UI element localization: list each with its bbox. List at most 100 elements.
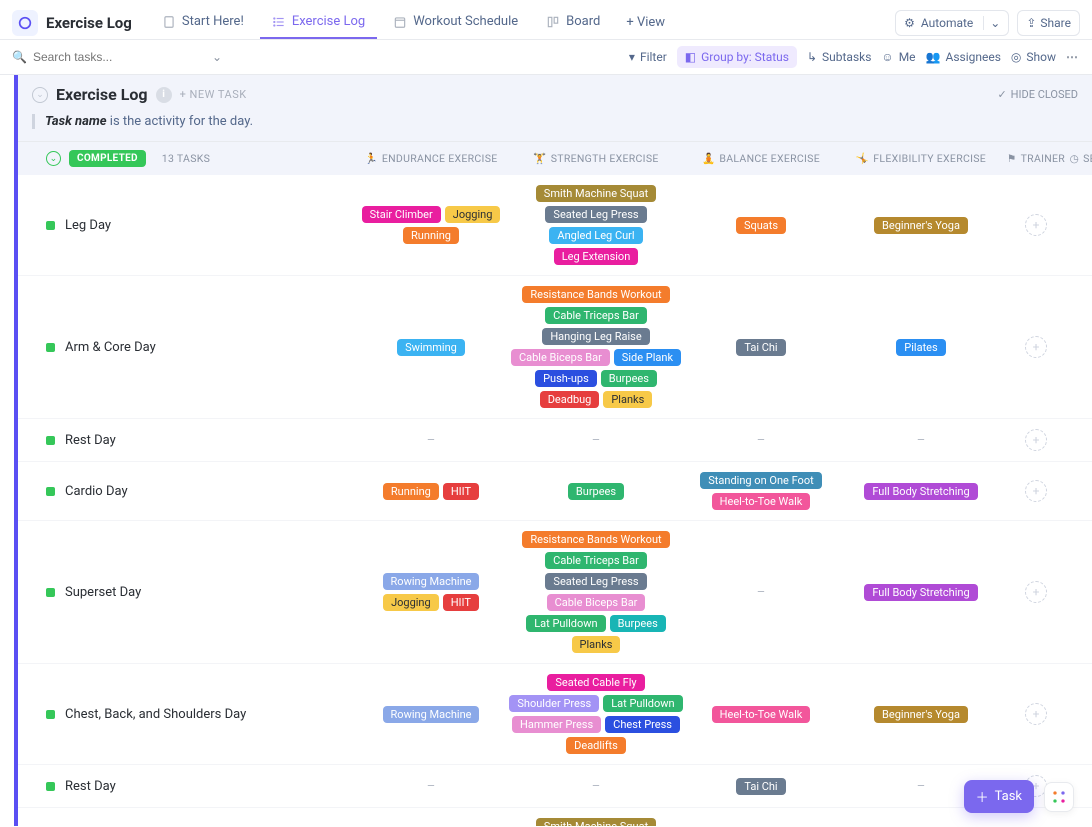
assign-trainer-button[interactable]: + [1025, 214, 1047, 236]
group-by-pill[interactable]: ◧ Group by: Status [677, 46, 797, 68]
exercise-tag[interactable]: Burpees [568, 483, 624, 500]
exercise-tag[interactable]: Beginner's Yoga [874, 217, 968, 234]
assign-trainer-button[interactable]: + [1025, 703, 1047, 725]
exercise-tag[interactable]: Stair Climber [362, 206, 441, 223]
status-chip[interactable]: COMPLETED [69, 150, 146, 167]
collapse-status-icon[interactable]: ⌄ [46, 151, 61, 166]
exercise-tag[interactable]: Lat Pulldown [526, 615, 605, 632]
exercise-tag[interactable]: Jogging [383, 594, 439, 611]
task-row[interactable]: Arm & Core Day Swimming Resistance Bands W… [18, 276, 1092, 419]
exercise-tag[interactable]: Full Body Stretching [864, 483, 977, 500]
search-dropdown-chevron-icon[interactable]: ⌄ [212, 50, 222, 64]
show-button[interactable]: ◎ Show [1011, 50, 1056, 64]
exercise-tag[interactable]: Lat Pulldown [603, 695, 682, 712]
add-view-button[interactable]: + View [616, 7, 675, 38]
exercise-tag[interactable]: Hammer Press [512, 716, 601, 733]
me-button[interactable]: ☺ Me [881, 50, 915, 64]
exercise-tag[interactable]: Cable Biceps Bar [547, 594, 646, 611]
filter-button[interactable]: ▾ Filter [629, 50, 667, 64]
exercise-tag[interactable]: Deadlifts [566, 737, 626, 754]
tab-board[interactable]: Board [534, 6, 612, 39]
exercise-tag[interactable]: Cable Biceps Bar [511, 349, 610, 366]
status-square-icon[interactable] [46, 588, 55, 597]
task-row[interactable]: Cardio Day RunningHIIT Burpees Standing on … [18, 462, 1092, 521]
exercise-tag[interactable]: Angled Leg Curl [549, 227, 642, 244]
chevron-down-icon[interactable]: ⌄ [983, 16, 1000, 30]
task-name[interactable]: Rest Day [65, 779, 116, 794]
status-square-icon[interactable] [46, 436, 55, 445]
exercise-tag[interactable]: Burpees [601, 370, 657, 387]
assignees-button[interactable]: 👥 Assignees [926, 50, 1001, 64]
new-task-fab[interactable]: ＋ Task [964, 780, 1034, 813]
exercise-tag[interactable]: Tai Chi [736, 339, 785, 356]
exercise-tag[interactable]: Hanging Leg Raise [542, 328, 649, 345]
share-button[interactable]: ⇪ Share [1017, 10, 1080, 36]
exercise-tag[interactable]: Full Body Stretching [864, 584, 977, 601]
exercise-tag[interactable]: Shoulder Press [509, 695, 599, 712]
col-balance[interactable]: 🧘BALANCE EXERCISE [686, 152, 836, 165]
task-row[interactable]: Leg DayStair ClimberJoggingRunningSmith … [18, 175, 1092, 276]
exercise-tag[interactable]: Chest Press [605, 716, 680, 733]
exercise-tag[interactable]: Push-ups [535, 370, 597, 387]
exercise-tag[interactable]: HIIT [443, 594, 479, 611]
exercise-tag[interactable]: Rowing Machine [383, 573, 480, 590]
exercise-tag[interactable]: Heel-to-Toe Walk [712, 706, 811, 723]
exercise-tag[interactable]: Resistance Bands Workout [522, 286, 669, 303]
exercise-tag[interactable]: Leg Extension [554, 248, 639, 265]
exercise-tag[interactable]: Seated Cable Fly [547, 674, 644, 691]
tab-workout-schedule[interactable]: Workout Schedule [381, 6, 530, 39]
exercise-tag[interactable]: Rowing Machine [383, 706, 480, 723]
status-square-icon[interactable] [46, 782, 55, 791]
exercise-tag[interactable]: Standing on One Foot [700, 472, 821, 489]
task-name[interactable]: Cardio Day [65, 484, 128, 499]
more-menu-button[interactable]: ⋯ [1066, 50, 1080, 64]
exercise-tag[interactable]: Jogging [445, 206, 501, 223]
exercise-tag[interactable]: Cable Triceps Bar [545, 307, 647, 324]
exercise-tag[interactable]: Burpees [610, 615, 666, 632]
exercise-tag[interactable]: HIIT [443, 483, 479, 500]
subtasks-button[interactable]: ↳ Subtasks [807, 50, 871, 64]
status-square-icon[interactable] [46, 221, 55, 230]
exercise-tag[interactable]: Beginner's Yoga [874, 706, 968, 723]
apps-fab[interactable] [1044, 782, 1074, 812]
tab-start-here[interactable]: Start Here! [150, 6, 256, 39]
exercise-tag[interactable]: Side Plank [614, 349, 681, 366]
task-name[interactable]: Arm & Core Day [65, 340, 156, 355]
task-name[interactable]: Superset Day [65, 585, 141, 600]
collapse-group-icon[interactable]: ⌄ [32, 87, 48, 103]
exercise-tag[interactable]: Squats [736, 217, 786, 234]
exercise-tag[interactable]: Running [383, 483, 439, 500]
exercise-tag[interactable]: Seated Leg Press [545, 206, 646, 223]
assign-trainer-button[interactable]: + [1025, 429, 1047, 451]
task-name[interactable]: Rest Day [65, 433, 116, 448]
status-square-icon[interactable] [46, 487, 55, 496]
col-trainer[interactable]: ⚑TRAINER [1006, 152, 1066, 165]
automate-button[interactable]: ⚙ Automate ⌄ [895, 10, 1009, 36]
status-square-icon[interactable] [46, 343, 55, 352]
exercise-tag[interactable]: Smith Machine Squat [536, 185, 656, 202]
task-name[interactable]: Chest, Back, and Shoulders Day [65, 707, 246, 722]
exercise-tag[interactable]: Resistance Bands Workout [522, 531, 669, 548]
col-strength[interactable]: 🏋STRENGTH EXERCISE [506, 152, 686, 165]
hide-closed-button[interactable]: ✓ HIDE CLOSED [997, 88, 1078, 101]
col-flexibility[interactable]: 🤸FLEXIBILITY EXERCISE [836, 152, 1006, 165]
exercise-tag[interactable]: Swimming [397, 339, 465, 356]
exercise-tag[interactable]: Deadbug [540, 391, 600, 408]
tab-exercise-log[interactable]: Exercise Log [260, 6, 377, 39]
task-row[interactable]: Superset Day Rowing Machine JoggingHIIT Res… [18, 521, 1092, 664]
assign-trainer-button[interactable]: + [1025, 480, 1047, 502]
task-row[interactable]: Rest Day––––+ [18, 419, 1092, 462]
exercise-tag[interactable]: Heel-to-Toe Walk [712, 493, 811, 510]
task-row[interactable]: Stair ClimberSmith Machine SquatSeated L… [18, 808, 1092, 826]
exercise-tag[interactable]: Planks [603, 391, 652, 408]
task-name[interactable]: Leg Day [65, 218, 111, 233]
col-ses[interactable]: ◷SES [1066, 152, 1092, 165]
status-square-icon[interactable] [46, 710, 55, 719]
exercise-tag[interactable]: Tai Chi [736, 778, 785, 795]
assign-trainer-button[interactable]: + [1025, 336, 1047, 358]
search-box[interactable]: 🔍 [12, 50, 202, 64]
exercise-tag[interactable]: Pilates [896, 339, 945, 356]
exercise-tag[interactable]: Smith Machine Squat [536, 818, 656, 826]
search-input[interactable] [33, 50, 173, 64]
exercise-tag[interactable]: Seated Leg Press [545, 573, 646, 590]
